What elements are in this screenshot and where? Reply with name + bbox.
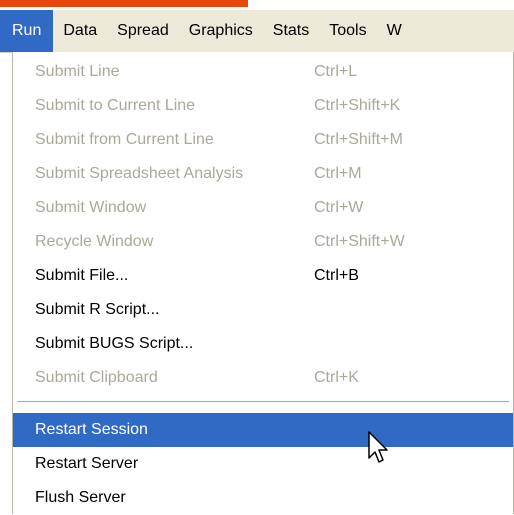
menu-item-restart-session[interactable]: Restart Session (13, 413, 513, 447)
menu-item-submit-bugs-script[interactable]: Submit BUGS Script... (13, 327, 513, 361)
menu-graphics[interactable]: Graphics (179, 10, 263, 52)
menu-item-shortcut: Ctrl+Shift+K (314, 97, 401, 114)
menu-run[interactable]: Run (0, 10, 54, 52)
menu-item-label: Submit Window (35, 199, 147, 216)
menu-item-shortcut: Ctrl+M (314, 165, 362, 182)
menu-item-submit-line[interactable]: Submit Line Ctrl+L (13, 55, 513, 89)
menu-item-flush-server[interactable]: Flush Server (13, 481, 513, 515)
menu-item-shortcut: Ctrl+K (314, 369, 359, 386)
menubar: Run Data Spread Graphics Stats Tools W (0, 10, 514, 53)
menu-window[interactable]: W (377, 10, 412, 52)
menu-data[interactable]: Data (53, 10, 107, 52)
menu-spread[interactable]: Spread (107, 10, 179, 52)
menu-separator (17, 401, 509, 403)
menu-item-shortcut: Ctrl+Shift+M (314, 131, 403, 148)
menu-item-submit-window[interactable]: Submit Window Ctrl+W (13, 191, 513, 225)
menu-item-label: Submit from Current Line (35, 131, 214, 148)
menu-item-label: Submit Clipboard (35, 369, 158, 386)
menu-item-submit-r-script[interactable]: Submit R Script... (13, 293, 513, 327)
menu-item-shortcut: Ctrl+B (314, 267, 359, 284)
top-strip (0, 0, 514, 9)
menu-item-label: Submit File... (35, 267, 129, 284)
menu-item-submit-to-current-line[interactable]: Submit to Current Line Ctrl+Shift+K (13, 89, 513, 123)
arrow-cursor-icon (368, 431, 388, 463)
menu-item-submit-file[interactable]: Submit File... Ctrl+B (13, 259, 513, 293)
menu-item-submit-spreadsheet-analysis[interactable]: Submit Spreadsheet Analysis Ctrl+M (13, 157, 513, 191)
menu-item-label: Restart Session (35, 421, 148, 438)
menu-item-shortcut: Ctrl+W (314, 199, 364, 216)
menu-item-submit-from-current-line[interactable]: Submit from Current Line Ctrl+Shift+M (13, 123, 513, 157)
menu-item-recycle-window[interactable]: Recycle Window Ctrl+Shift+W (13, 225, 513, 259)
menu-item-label: Submit R Script... (35, 301, 160, 318)
menu-item-label: Flush Server (35, 489, 126, 506)
menu-item-label: Submit BUGS Script... (35, 335, 194, 352)
menu-item-label: Submit Line (35, 63, 120, 80)
menu-item-submit-clipboard[interactable]: Submit Clipboard Ctrl+K (13, 361, 513, 395)
menu-item-shortcut: Ctrl+L (314, 63, 358, 80)
menu-tools[interactable]: Tools (319, 10, 376, 52)
top-accent-bar (0, 0, 248, 7)
menu-item-label: Recycle Window (35, 233, 154, 250)
menu-item-label: Restart Server (35, 455, 139, 472)
menu-stats[interactable]: Stats (263, 10, 319, 52)
menu-item-shortcut: Ctrl+Shift+W (314, 233, 405, 250)
menu-item-label: Submit to Current Line (35, 97, 196, 114)
menu-item-restart-server[interactable]: Restart Server (13, 447, 513, 481)
run-menu-dropdown: Submit Line Ctrl+L Submit to Current Lin… (12, 52, 514, 514)
menu-item-label: Submit Spreadsheet Analysis (35, 165, 244, 182)
